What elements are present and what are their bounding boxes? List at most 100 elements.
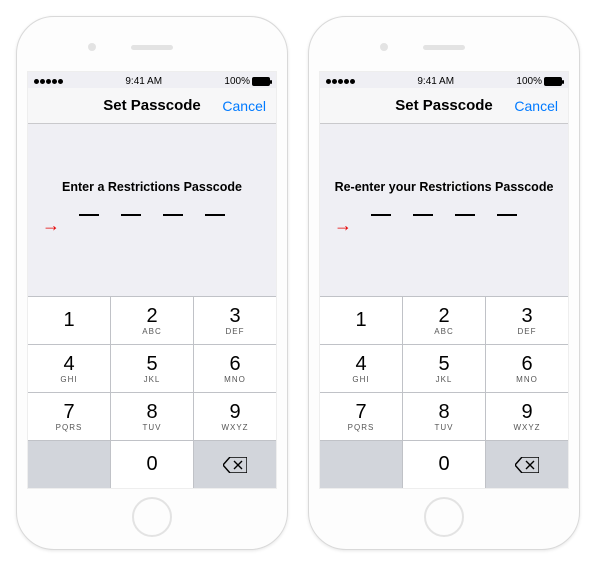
keypad-key-number: 4 bbox=[355, 354, 366, 374]
passcode-field[interactable] bbox=[36, 214, 268, 216]
passcode-digit bbox=[205, 214, 225, 216]
keypad-key-number: 6 bbox=[229, 354, 240, 374]
home-button[interactable] bbox=[424, 497, 464, 537]
keypad-key-number: 2 bbox=[438, 306, 449, 326]
passcode-digit bbox=[371, 214, 391, 216]
keypad-key-4[interactable]: 4GHI bbox=[320, 344, 403, 392]
keypad-key-2[interactable]: 2ABC bbox=[111, 296, 194, 344]
keypad-key-8[interactable]: 8TUV bbox=[111, 392, 194, 440]
keypad-key-letters: MNO bbox=[224, 375, 246, 384]
keypad-key-letters: GHI bbox=[60, 375, 77, 384]
phone-frame: 9:41 AM 100% Set Passcode Cancel Enter a… bbox=[16, 16, 288, 550]
cancel-button[interactable]: Cancel bbox=[514, 98, 558, 114]
keypad-key-5[interactable]: 5JKL bbox=[111, 344, 194, 392]
passcode-digit bbox=[497, 214, 517, 216]
keypad-key-3[interactable]: 3DEF bbox=[194, 296, 276, 344]
passcode-digit bbox=[79, 214, 99, 216]
keypad-key-letters: WXYZ bbox=[221, 423, 248, 432]
keypad-key-5[interactable]: 5JKL bbox=[403, 344, 486, 392]
screen: 9:41 AM 100% Set Passcode Cancel Enter a… bbox=[27, 71, 277, 489]
keypad-key-number: 0 bbox=[438, 454, 449, 474]
status-right: 100% bbox=[224, 76, 270, 87]
keypad-key-letters: MNO bbox=[516, 375, 538, 384]
battery-icon bbox=[252, 77, 270, 86]
prompt-area: Re-enter your Restrictions Passcode → bbox=[320, 124, 568, 216]
passcode-digit bbox=[163, 214, 183, 216]
nav-bar: Set Passcode Cancel bbox=[320, 88, 568, 124]
keypad-delete-button[interactable] bbox=[486, 440, 568, 488]
keypad-key-letters: GHI bbox=[352, 375, 369, 384]
keypad-key-letters: DEF bbox=[518, 327, 537, 336]
camera-dot bbox=[380, 43, 388, 51]
keypad-key-number: 4 bbox=[63, 354, 74, 374]
cancel-button[interactable]: Cancel bbox=[222, 98, 266, 114]
keypad-key-letters: ABC bbox=[142, 327, 161, 336]
keypad-key-number: 8 bbox=[146, 402, 157, 422]
camera-dot bbox=[88, 43, 96, 51]
keypad-key-6[interactable]: 6MNO bbox=[194, 344, 276, 392]
nav-title: Set Passcode bbox=[395, 97, 493, 114]
keypad-key-4[interactable]: 4GHI bbox=[28, 344, 111, 392]
battery-icon bbox=[544, 77, 562, 86]
keypad-key-8[interactable]: 8TUV bbox=[403, 392, 486, 440]
status-time: 9:41 AM bbox=[125, 76, 162, 87]
keypad-key-letters: PQRS bbox=[56, 423, 83, 432]
screen: 9:41 AM 100% Set Passcode Cancel Re-ente… bbox=[319, 71, 569, 489]
keypad-key-number: 6 bbox=[521, 354, 532, 374]
keypad-key-9[interactable]: 9WXYZ bbox=[486, 392, 568, 440]
keypad-key-1[interactable]: 1 bbox=[28, 296, 111, 344]
keypad-key-7[interactable]: 7PQRS bbox=[320, 392, 403, 440]
keypad-key-6[interactable]: 6MNO bbox=[486, 344, 568, 392]
passcode-digit bbox=[455, 214, 475, 216]
keypad-key-number: 1 bbox=[355, 310, 366, 330]
keypad-key-letters: ABC bbox=[434, 327, 453, 336]
keypad-key-1[interactable]: 1 bbox=[320, 296, 403, 344]
number-keypad: 12ABC3DEF4GHI5JKL6MNO7PQRS8TUV9WXYZ0 bbox=[28, 296, 276, 488]
keypad-key-letters: JKL bbox=[436, 375, 453, 384]
nav-bar: Set Passcode Cancel bbox=[28, 88, 276, 124]
keypad-key-letters: DEF bbox=[226, 327, 245, 336]
keypad-key-number: 7 bbox=[63, 402, 74, 422]
status-bar: 9:41 AM 100% bbox=[320, 72, 568, 88]
keypad-key-number: 3 bbox=[521, 306, 532, 326]
keypad-blank bbox=[320, 440, 403, 488]
battery-percent: 100% bbox=[516, 76, 542, 87]
keypad-key-number: 9 bbox=[521, 402, 532, 422]
pointer-arrow-icon: → bbox=[42, 216, 60, 234]
keypad-key-7[interactable]: 7PQRS bbox=[28, 392, 111, 440]
keypad-key-letters: WXYZ bbox=[513, 423, 540, 432]
passcode-field[interactable] bbox=[328, 214, 560, 216]
keypad-key-number: 3 bbox=[229, 306, 240, 326]
status-bar: 9:41 AM 100% bbox=[28, 72, 276, 88]
prompt-area: Enter a Restrictions Passcode → bbox=[28, 124, 276, 216]
keypad-delete-button[interactable] bbox=[194, 440, 276, 488]
keypad-key-0[interactable]: 0 bbox=[403, 440, 486, 488]
keypad-key-number: 5 bbox=[146, 354, 157, 374]
keypad-key-0[interactable]: 0 bbox=[111, 440, 194, 488]
keypad-key-letters: TUV bbox=[143, 423, 162, 432]
home-button[interactable] bbox=[132, 497, 172, 537]
battery-percent: 100% bbox=[224, 76, 250, 87]
number-keypad: 12ABC3DEF4GHI5JKL6MNO7PQRS8TUV9WXYZ0 bbox=[320, 296, 568, 488]
prompt-text: Re-enter your Restrictions Passcode bbox=[328, 180, 560, 194]
phone-frame: 9:41 AM 100% Set Passcode Cancel Re-ente… bbox=[308, 16, 580, 550]
passcode-digit bbox=[413, 214, 433, 216]
keypad-key-2[interactable]: 2ABC bbox=[403, 296, 486, 344]
signal-dots-icon bbox=[326, 79, 355, 84]
keypad-key-number: 7 bbox=[355, 402, 366, 422]
signal-dots-icon bbox=[34, 79, 63, 84]
keypad-key-number: 0 bbox=[146, 454, 157, 474]
nav-title: Set Passcode bbox=[103, 97, 201, 114]
keypad-key-number: 8 bbox=[438, 402, 449, 422]
keypad-key-3[interactable]: 3DEF bbox=[486, 296, 568, 344]
status-right: 100% bbox=[516, 76, 562, 87]
keypad-key-number: 2 bbox=[146, 306, 157, 326]
keypad-key-number: 9 bbox=[229, 402, 240, 422]
prompt-text: Enter a Restrictions Passcode bbox=[36, 180, 268, 194]
keypad-key-letters: PQRS bbox=[348, 423, 375, 432]
keypad-key-number: 5 bbox=[438, 354, 449, 374]
keypad-key-9[interactable]: 9WXYZ bbox=[194, 392, 276, 440]
stage: 9:41 AM 100% Set Passcode Cancel Enter a… bbox=[0, 0, 598, 566]
speaker-slot bbox=[131, 45, 173, 50]
keypad-key-number: 1 bbox=[63, 310, 74, 330]
